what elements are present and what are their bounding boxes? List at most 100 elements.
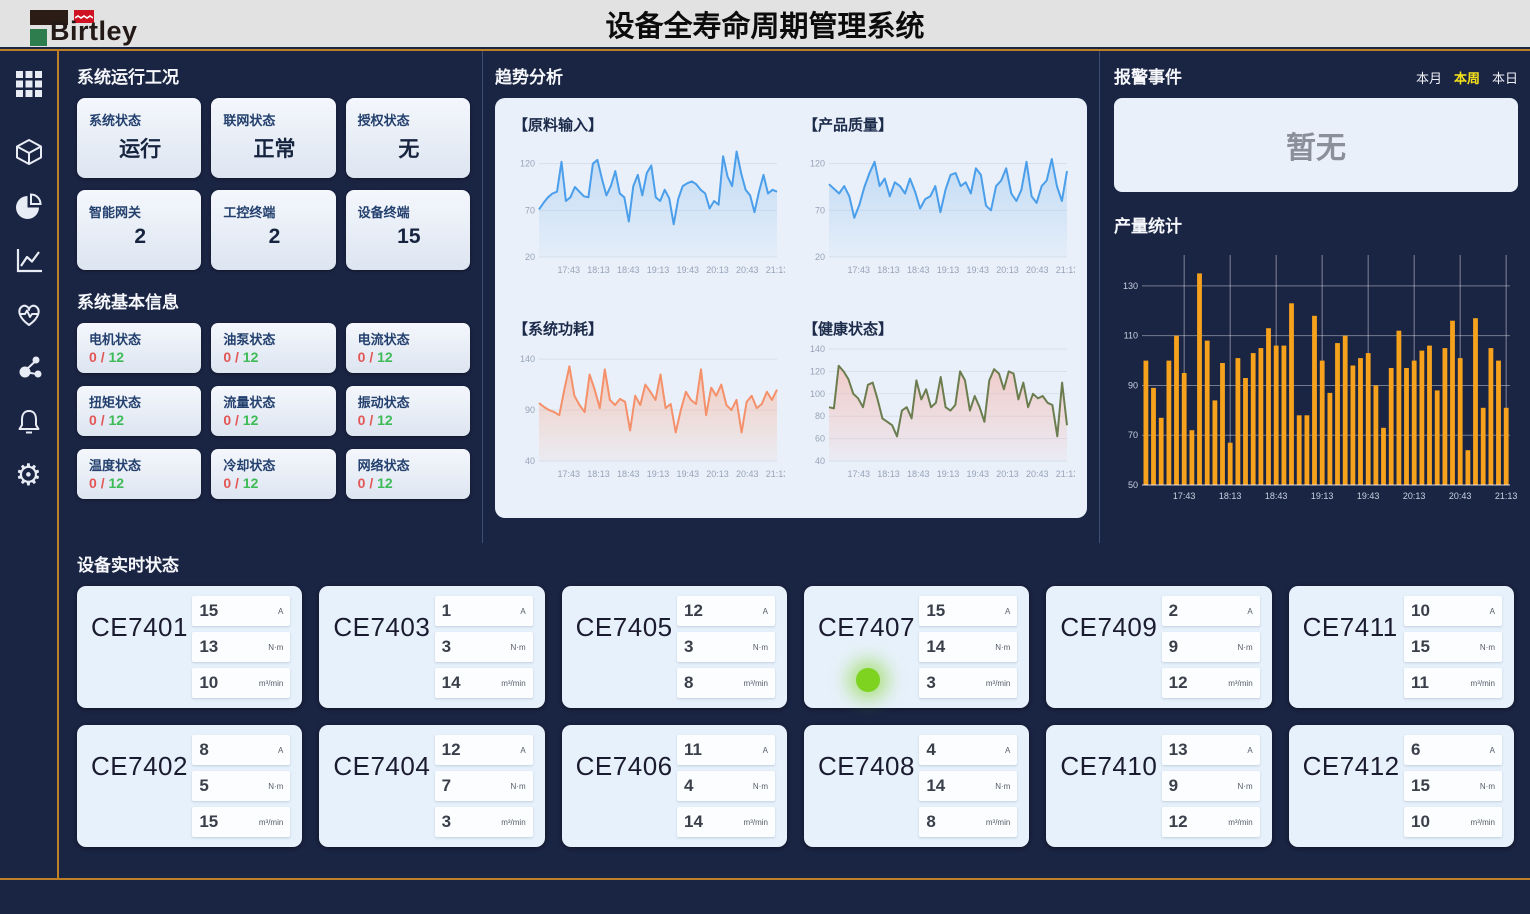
info-separator: / <box>235 412 243 428</box>
device-card-CE7405[interactable]: CE740512A3N·m8m³/min <box>562 586 787 708</box>
device-measure-row: 14m³/min <box>435 668 533 698</box>
main-content: 系统运行工况 系统状态运行联网状态正常授权状态无智能网关2工控终端2设备终端15… <box>61 51 1528 878</box>
svg-text:20:43: 20:43 <box>1026 265 1049 275</box>
device-measure-unit: m³/min <box>259 818 283 827</box>
device-measure-unit: N·m <box>511 643 526 652</box>
status-card-label: 授权状态 <box>358 110 460 129</box>
trend-chart-svg: 40608010012014017:4318:1318:4319:1319:43… <box>799 339 1075 499</box>
trend-chart-svg: 207012017:4318:1318:4319:1319:4320:1320:… <box>799 135 1075 295</box>
line-chart-icon[interactable] <box>12 243 46 277</box>
brand-logo: Birtley <box>30 4 230 44</box>
device-name: CE7403 <box>333 612 430 698</box>
trend-chart: 【产品质量】207012017:4318:1318:4319:1319:4320… <box>799 110 1075 308</box>
production-bar-chart: 17:4318:1318:4319:1319:4320:1320:4321:13… <box>1114 247 1518 515</box>
apps-grid-icon[interactable] <box>12 67 46 101</box>
device-measure-value: 12 <box>442 740 461 760</box>
trend-chart-title: 【产品质量】 <box>803 114 1075 135</box>
device-measure-value: 14 <box>684 812 703 832</box>
info-card: 电流状态0 / 12 <box>346 323 470 373</box>
trend-panel: 【原料输入】207012017:4318:1318:4319:1319:4320… <box>495 98 1087 518</box>
device-card-CE7409[interactable]: CE74092A9N·m12m³/min <box>1046 586 1271 708</box>
svg-text:19:13: 19:13 <box>937 265 960 275</box>
device-measure-value: 15 <box>1411 637 1430 657</box>
info-count: 0 <box>223 475 235 491</box>
device-measure-value: 3 <box>926 673 935 693</box>
info-card-label: 振动状态 <box>358 392 460 411</box>
device-measurements: 13A9N·m12m³/min <box>1162 735 1260 837</box>
svg-text:17:43: 17:43 <box>847 469 870 479</box>
svg-text:80: 80 <box>815 411 825 421</box>
info-card: 温度状态0 / 12 <box>77 449 201 499</box>
info-count: 0 <box>223 349 235 365</box>
device-measurements: 2A9N·m12m³/min <box>1162 596 1260 698</box>
info-total: 12 <box>243 349 259 365</box>
alarm-tab-本周[interactable]: 本周 <box>1454 68 1480 87</box>
bell-icon[interactable] <box>12 405 46 439</box>
device-status-indicator <box>856 668 880 692</box>
trend-title: 趋势分析 <box>495 63 1087 88</box>
device-card-CE7412[interactable]: CE74126A15N·m10m³/min <box>1289 725 1514 847</box>
svg-text:120: 120 <box>810 159 825 169</box>
device-card-CE7403[interactable]: CE74031A3N·m14m³/min <box>319 586 544 708</box>
svg-text:18:13: 18:13 <box>587 469 610 479</box>
device-measure-value: 14 <box>442 673 461 693</box>
device-measure-unit: N·m <box>995 643 1010 652</box>
device-measure-value: 10 <box>1411 812 1430 832</box>
svg-text:19:43: 19:43 <box>966 265 989 275</box>
alarm-tab-本月[interactable]: 本月 <box>1416 68 1442 87</box>
device-measure-row: 1A <box>435 596 533 626</box>
info-total: 12 <box>108 475 124 491</box>
device-card-CE7404[interactable]: CE740412A7N·m3m³/min <box>319 725 544 847</box>
device-measure-unit: A <box>1247 746 1252 755</box>
device-measure-row: 8A <box>192 735 290 765</box>
device-measure-value: 7 <box>442 776 451 796</box>
device-name: CE7409 <box>1060 612 1157 698</box>
svg-text:50: 50 <box>1128 480 1138 490</box>
info-separator: / <box>369 349 377 365</box>
svg-text:18:13: 18:13 <box>877 469 900 479</box>
device-measure-unit: m³/min <box>1228 818 1252 827</box>
alarm-empty-text: 暂无 <box>1286 123 1346 167</box>
info-count: 0 <box>358 412 370 428</box>
svg-text:90: 90 <box>525 405 535 415</box>
device-card-CE7402[interactable]: CE74028A5N·m15m³/min <box>77 725 302 847</box>
device-measure-unit: m³/min <box>986 818 1010 827</box>
device-measure-row: 8m³/min <box>919 807 1017 837</box>
device-card-CE7401[interactable]: CE740115A13N·m10m³/min <box>77 586 302 708</box>
info-total: 12 <box>243 412 259 428</box>
device-card-CE7407[interactable]: CE740715A14N·m3m³/min <box>804 586 1029 708</box>
device-measure-unit: m³/min <box>259 679 283 688</box>
info-separator: / <box>369 412 377 428</box>
cube-icon[interactable] <box>12 135 46 169</box>
device-name: CE7404 <box>333 751 430 837</box>
device-measure-value: 15 <box>199 812 218 832</box>
alarm-column: 报警事件 本月本周本日 暂无 产量统计 17:4318:1318:4319:13… <box>1100 51 1528 543</box>
molecule-icon[interactable] <box>12 351 46 385</box>
info-count: 0 <box>89 349 101 365</box>
svg-text:17:43: 17:43 <box>557 469 580 479</box>
device-card-CE7411[interactable]: CE741110A15N·m11m³/min <box>1289 586 1514 708</box>
device-measure-value: 11 <box>684 740 702 760</box>
devices-title: 设备实时状态 <box>77 551 1514 576</box>
device-measurements: 6A15N·m10m³/min <box>1404 735 1502 837</box>
device-card-CE7410[interactable]: CE741013A9N·m12m³/min <box>1046 725 1271 847</box>
info-total: 12 <box>108 412 124 428</box>
info-count: 0 <box>223 412 235 428</box>
device-card-CE7408[interactable]: CE74084A14N·m8m³/min <box>804 725 1029 847</box>
heart-pulse-icon[interactable] <box>12 297 46 331</box>
system-info-title: 系统基本信息 <box>77 288 470 313</box>
device-measure-value: 12 <box>1169 673 1188 693</box>
device-name: CE7406 <box>576 751 673 837</box>
device-name: CE7410 <box>1060 751 1157 837</box>
device-measure-unit: A <box>520 607 525 616</box>
alarm-tab-本日[interactable]: 本日 <box>1492 68 1518 87</box>
alarm-tabs: 本月本周本日 <box>1416 68 1518 87</box>
pie-chart-icon[interactable] <box>12 189 46 223</box>
device-measure-unit: N·m <box>511 782 526 791</box>
device-measure-value: 15 <box>199 601 218 621</box>
info-card-label: 电机状态 <box>89 329 191 348</box>
device-card-CE7406[interactable]: CE740611A4N·m14m³/min <box>562 725 787 847</box>
logo-green-block <box>30 29 47 46</box>
gear-icon[interactable]: ⚙ <box>12 459 46 493</box>
footer-strip <box>0 880 1530 914</box>
